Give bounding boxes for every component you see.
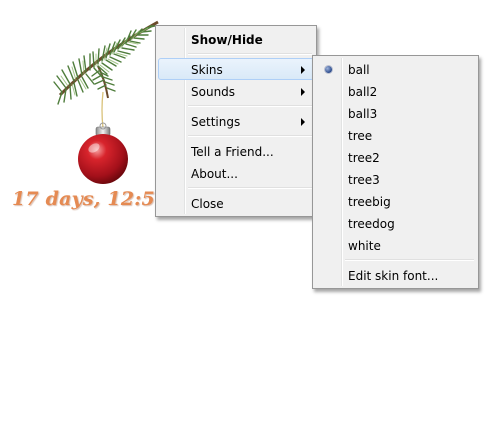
menu-item-label: Tell a Friend... xyxy=(191,145,274,159)
menu-item-label: ball2 xyxy=(348,85,378,99)
context-menu: Show/Hide Skins Sounds Settings Tell a F… xyxy=(155,25,317,217)
menu-item-label: white xyxy=(348,239,381,253)
menu-item-settings[interactable]: Settings xyxy=(158,110,314,132)
skins-submenu: ball ball2 ball3 tree tree2 tree3 treebi… xyxy=(312,55,479,289)
menu-item-tell-a-friend[interactable]: Tell a Friend... xyxy=(158,140,314,162)
menu-separator xyxy=(188,132,314,140)
menu-item-label: Skins xyxy=(191,63,223,77)
menu-item-label: Close xyxy=(191,197,224,211)
menu-item-label: ball3 xyxy=(348,107,378,121)
skin-item-treebig[interactable]: treebig xyxy=(315,190,476,212)
menu-item-label: ball xyxy=(348,63,370,77)
chevron-right-icon xyxy=(301,118,305,126)
menu-item-label: About... xyxy=(191,167,238,181)
skin-item-tree[interactable]: tree xyxy=(315,124,476,146)
menu-item-close[interactable]: Close xyxy=(158,192,314,214)
menu-separator xyxy=(188,102,314,110)
menu-separator xyxy=(188,184,314,192)
menu-item-show-hide[interactable]: Show/Hide xyxy=(158,28,314,50)
skin-item-ball3[interactable]: ball3 xyxy=(315,102,476,124)
menu-item-label: treedog xyxy=(348,217,395,231)
skin-item-treedog[interactable]: treedog xyxy=(315,212,476,234)
menu-item-label: Edit skin font... xyxy=(348,269,439,283)
menu-item-label: Sounds xyxy=(191,85,236,99)
menu-separator xyxy=(345,256,476,264)
skin-item-ball2[interactable]: ball2 xyxy=(315,80,476,102)
skin-item-white[interactable]: white xyxy=(315,234,476,256)
skin-item-tree3[interactable]: tree3 xyxy=(315,168,476,190)
menu-item-about[interactable]: About... xyxy=(158,162,314,184)
skin-item-ball[interactable]: ball xyxy=(315,58,476,80)
chevron-right-icon xyxy=(301,66,305,74)
menu-item-label: tree3 xyxy=(348,173,380,187)
countdown-text: 17 days, 12:50: xyxy=(12,188,176,210)
menu-item-label: treebig xyxy=(348,195,391,209)
chevron-right-icon xyxy=(301,88,305,96)
skin-item-tree2[interactable]: tree2 xyxy=(315,146,476,168)
menu-item-edit-skin-font[interactable]: Edit skin font... xyxy=(315,264,476,286)
menu-item-label: Show/Hide xyxy=(191,33,263,47)
menu-item-skins[interactable]: Skins xyxy=(158,58,314,80)
menu-item-label: tree xyxy=(348,129,373,143)
menu-item-label: tree2 xyxy=(348,151,380,165)
desktop: 17 days, 12:50: Show/Hide Skins Sounds S… xyxy=(0,0,494,438)
radio-bullet-icon xyxy=(325,66,332,73)
menu-item-label: Settings xyxy=(191,115,241,129)
menu-item-sounds[interactable]: Sounds xyxy=(158,80,314,102)
menu-separator xyxy=(188,50,314,58)
